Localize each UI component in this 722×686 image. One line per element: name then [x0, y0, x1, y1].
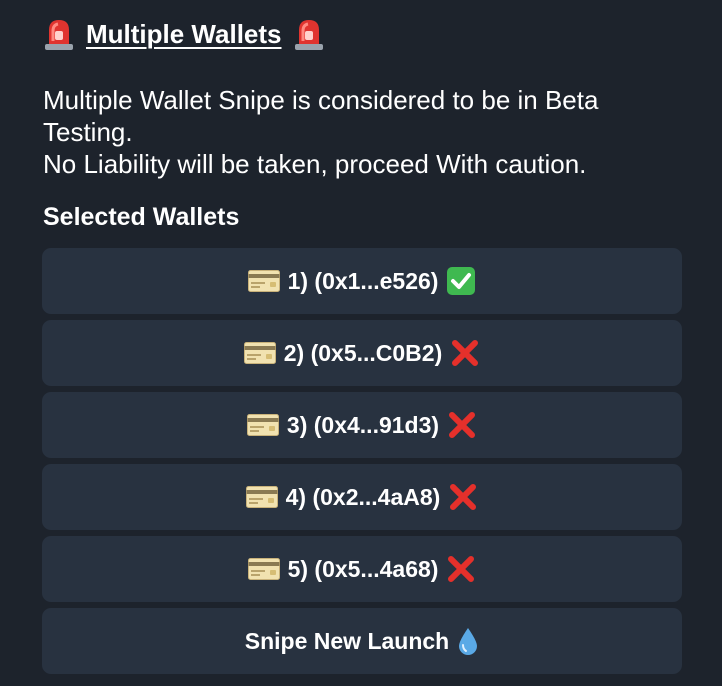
liability-text: No Liability will be taken, proceed With…	[43, 149, 587, 179]
section-label: Selected Wallets	[43, 203, 240, 231]
credit-card-icon	[247, 558, 280, 580]
credit-card-icon	[246, 414, 279, 436]
wallet-label: 5) (0x5...4a68)	[287, 555, 439, 582]
page-title: Multiple Wallets	[86, 18, 282, 49]
check-mark-icon	[447, 267, 476, 295]
cross-mark-icon	[452, 340, 479, 366]
message-body: Multiple Wallet Snipe is considered to b…	[43, 84, 683, 180]
cross-mark-icon	[448, 556, 475, 582]
cross-mark-icon	[449, 412, 476, 438]
wallet-button-2[interactable]: 2) (0x5...C0B2)	[42, 320, 682, 386]
wallet-button-4[interactable]: 4) (0x2...4aA8)	[42, 464, 682, 530]
wallet-button-3[interactable]: 3) (0x4...91d3)	[42, 392, 682, 458]
snipe-new-launch-label: Snipe New Launch	[244, 627, 450, 654]
credit-card-icon	[243, 342, 276, 364]
credit-card-icon	[245, 486, 278, 508]
rotating-light-icon	[294, 20, 323, 50]
wallet-button-1[interactable]: 1) (0x1...e526)	[42, 248, 682, 314]
rotating-light-icon	[45, 20, 73, 50]
title-row: Multiple Wallets	[44, 14, 324, 54]
wallet-label: 2) (0x5...C0B2)	[283, 339, 443, 366]
bot-message: Multiple Wallets Multiple Wallet Snipe i…	[0, 0, 722, 686]
snipe-new-launch-button[interactable]: Snipe New Launch	[42, 608, 682, 674]
cross-mark-icon	[450, 484, 477, 510]
droplet-icon	[459, 628, 478, 655]
wallet-label: 3) (0x4...91d3)	[286, 411, 440, 438]
beta-warning-text: Multiple Wallet Snipe is considered to b…	[43, 85, 599, 147]
credit-card-icon	[247, 270, 280, 292]
wallet-button-5[interactable]: 5) (0x5...4a68)	[42, 536, 682, 602]
wallet-label: 4) (0x2...4aA8)	[285, 483, 441, 510]
wallet-label: 1) (0x1...e526)	[287, 267, 439, 294]
